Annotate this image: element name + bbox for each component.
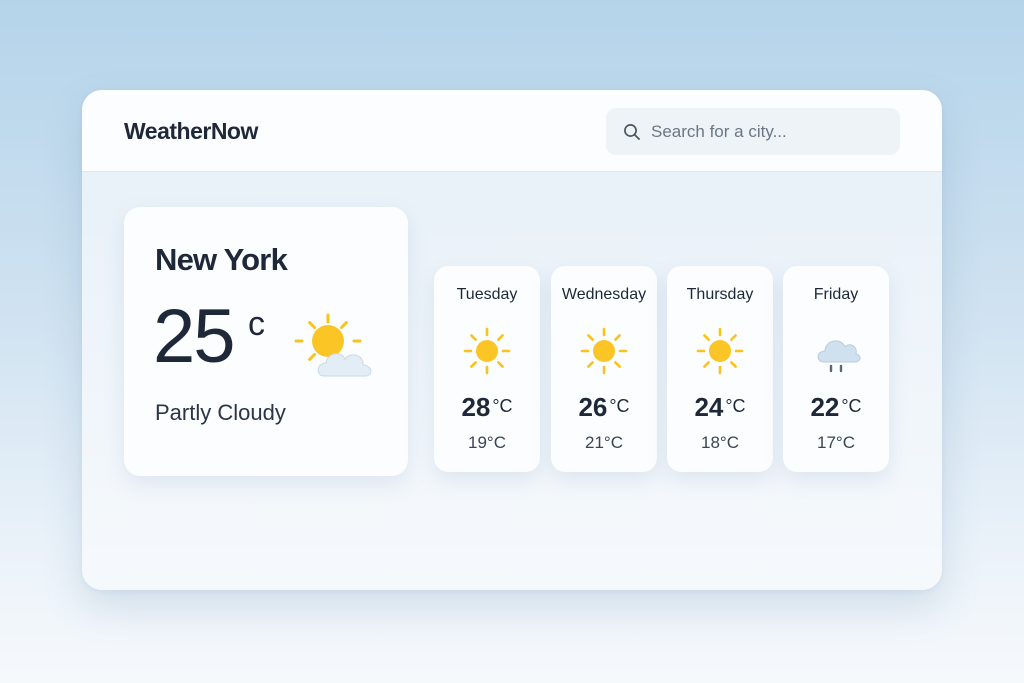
current-temperature: 25 (153, 294, 236, 379)
sun-icon (579, 326, 629, 376)
forecast-high-value: 28 (461, 392, 491, 422)
forecast-high: 28 °C (434, 392, 540, 423)
forecast-day: Friday (813, 286, 859, 303)
forecast-low: 21°C (585, 433, 623, 452)
forecast-card-wednesday[interactable]: Wednesday 26 °C 21°C (551, 266, 657, 472)
current-condition: Partly Cloudy (155, 400, 286, 425)
app-window: WeatherNow New York 25 c Partly Clo (82, 90, 942, 590)
forecast-high-value: 26 (578, 392, 608, 422)
forecast-low: 17°C (817, 433, 855, 452)
partly-cloudy-icon (294, 313, 372, 377)
forecast-day: Wednesday (561, 286, 647, 303)
forecast-high-unit: °C (725, 396, 746, 416)
temperature-unit: c (248, 305, 265, 343)
sun-icon (695, 326, 745, 376)
forecast-low: 18°C (701, 433, 739, 452)
forecast-day: Tuesday (456, 286, 518, 303)
forecast-high: 22 °C (783, 392, 889, 423)
forecast-high: 24 °C (667, 392, 773, 423)
city-name: New York (155, 242, 288, 277)
header: WeatherNow (82, 90, 942, 172)
forecast-card-thursday[interactable]: Thursday 24 °C 18°C (667, 266, 773, 472)
search-input[interactable] (651, 121, 881, 142)
forecast-high-value: 22 (810, 392, 840, 422)
forecast-low: 19°C (468, 433, 506, 452)
forecast-high-unit: °C (841, 396, 862, 416)
rain-cloud-icon (817, 340, 861, 373)
sun-icon (462, 326, 512, 376)
forecast-card-friday[interactable]: Friday 22 °C 17°C (783, 266, 889, 472)
search-icon (624, 123, 640, 140)
forecast-high: 26 °C (551, 392, 657, 423)
search-box[interactable] (606, 108, 900, 155)
forecast-card-tuesday[interactable]: Tuesday 28 °C 19°C (434, 266, 540, 472)
app-logo[interactable]: WeatherNow (124, 118, 258, 145)
forecast-high-unit: °C (609, 396, 630, 416)
forecast-day: Thursday (686, 286, 754, 303)
forecast-high-value: 24 (694, 392, 724, 422)
current-weather-card: New York 25 c Partly Cloudy (124, 207, 408, 476)
forecast-high-unit: °C (492, 396, 513, 416)
